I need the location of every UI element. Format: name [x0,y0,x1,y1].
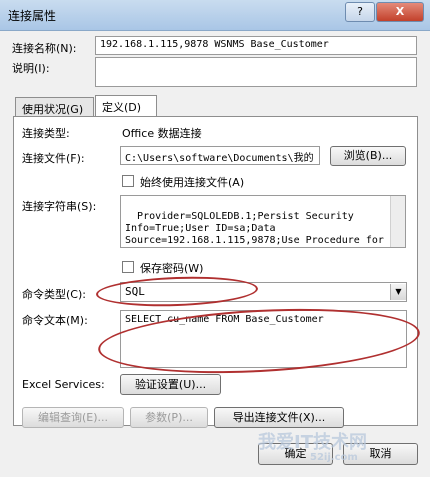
parameters-button[interactable]: 参数(P)... [130,407,208,428]
tab-definition-label: 定义(D) [102,101,142,114]
excel-services-label: Excel Services: [22,378,105,391]
connection-string-text: Provider=SQLOLEDB.1;Persist Security Inf… [125,211,384,246]
tab-definition[interactable]: 定义(D) [95,95,157,117]
always-use-file-checkbox[interactable] [122,175,134,187]
command-text-label: 命令文本(M): [22,314,88,327]
window-title: 连接属性 [8,9,57,23]
help-icon: ? [357,5,363,18]
edit-query-button[interactable]: 编辑查询(E)... [22,407,124,428]
save-password-label: 保存密码(W) [140,262,204,275]
watermark-logo: 我爱IT技术网 [258,432,367,453]
connection-file-label: 连接文件(F): [22,152,85,165]
description-input[interactable] [95,57,417,87]
connection-file-input[interactable]: C:\Users\software\Documents\我的 [120,146,320,165]
close-button[interactable]: X [376,2,424,22]
connection-string-textarea[interactable]: Provider=SQLOLEDB.1;Persist Security Inf… [120,195,406,248]
tab-usage[interactable]: 使用状况(G) [15,97,94,116]
close-icon: X [395,5,405,18]
help-button[interactable]: ? [345,2,375,22]
watermark-url: 52ij.com [310,452,358,463]
save-password-checkbox[interactable] [122,261,134,273]
connection-string-scrollbar[interactable] [390,196,405,247]
command-type-label: 命令类型(C): [22,288,86,301]
browse-button[interactable]: 浏览(B)... [330,146,406,166]
chevron-down-icon[interactable]: ▼ [390,284,406,300]
export-connection-button[interactable]: 导出连接文件(X)... [214,407,344,428]
always-use-file-label: 始终使用连接文件(A) [140,176,245,189]
tab-usage-label: 使用状况(G) [22,103,84,116]
title-bar: 连接属性 ? X [0,0,430,31]
connection-name-input[interactable]: 192.168.1.115,9878 WSNMS Base_Customer [95,36,417,55]
description-label: 说明(I): [12,62,50,75]
auth-settings-button[interactable]: 验证设置(U)... [120,374,221,395]
connection-type-label: 连接类型: [22,127,70,140]
connection-type-value: Office 数据连接 [122,127,202,140]
connection-name-label: 连接名称(N): [12,42,77,55]
connection-string-label: 连接字符串(S): [22,200,97,213]
